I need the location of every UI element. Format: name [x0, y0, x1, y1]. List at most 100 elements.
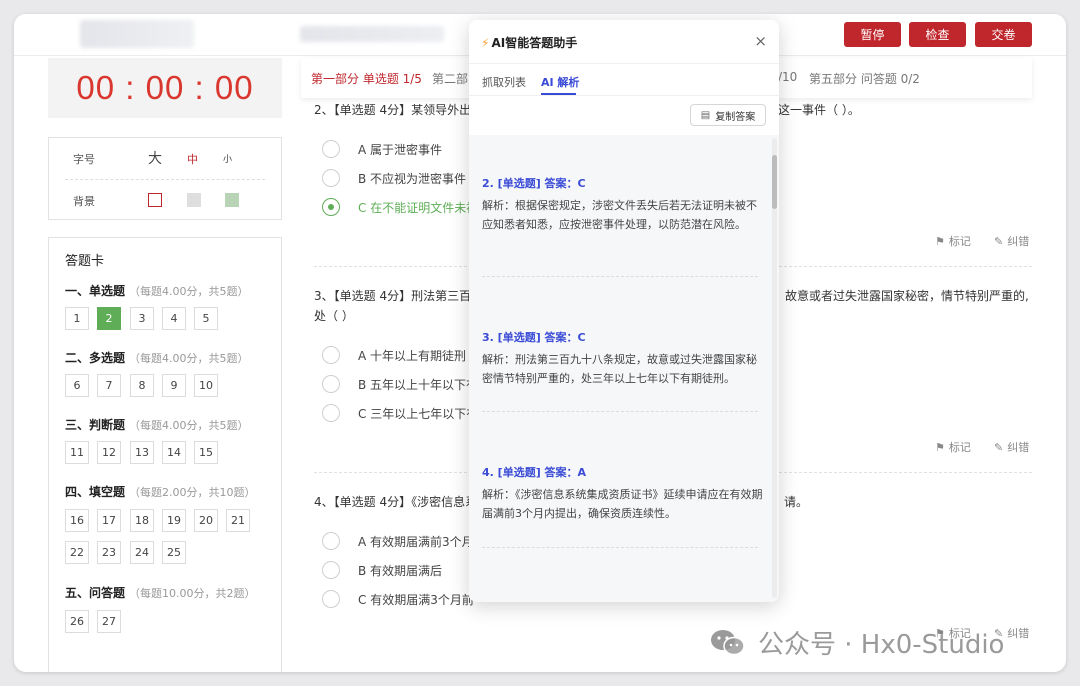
question-number[interactable]: 12: [97, 441, 121, 464]
mark-button[interactable]: ⚑ 标记: [935, 439, 971, 455]
radio-button[interactable]: [322, 590, 340, 608]
question-2-option-b[interactable]: B 不应视为泄密事件: [322, 169, 466, 187]
question-number[interactable]: 20: [194, 509, 218, 532]
answer-explanation: 解析：根据保密规定，涉密文件丢失后若无法证明未被不应知悉者知悉，应按泄密事件处理…: [482, 199, 757, 231]
question-4-option-b[interactable]: B 有效期届满后: [322, 561, 442, 579]
section-meta: （每题10.00分，共2题）: [129, 587, 256, 600]
report-error-button[interactable]: ✎ 纠错: [994, 439, 1029, 455]
tab-part5[interactable]: 第五部分 问答题 0/2: [809, 70, 920, 87]
question-number[interactable]: 1: [65, 307, 89, 330]
question-number[interactable]: 16: [65, 509, 89, 532]
question-number[interactable]: 15: [194, 441, 218, 464]
pause-button[interactable]: 暂停: [844, 22, 901, 47]
question-number[interactable]: 21: [226, 509, 250, 532]
mark-button[interactable]: ⚑ 标记: [935, 233, 971, 249]
question-3-option-b[interactable]: B 五年以上十年以下有: [322, 375, 478, 393]
question-number[interactable]: 4: [162, 307, 186, 330]
tab-part2[interactable]: 第二部: [432, 70, 468, 87]
question-number[interactable]: 24: [130, 541, 154, 564]
report-label: 纠错: [1007, 627, 1030, 640]
bg-gray-swatch[interactable]: [187, 193, 201, 207]
question-number[interactable]: 8: [130, 374, 154, 397]
question-number[interactable]: 23: [97, 541, 121, 564]
section-single-choice: 一、单选题 （每题4.00分，共5题）: [65, 282, 249, 299]
question-number[interactable]: 6: [65, 374, 89, 397]
answer-heading: 4. [单选题] 答案：A: [482, 466, 587, 479]
question-3-text-line2: 处（ ）: [314, 309, 354, 323]
radio-button[interactable]: [322, 169, 340, 187]
active-tab-underline: [541, 93, 576, 95]
question-number[interactable]: 18: [130, 509, 154, 532]
flag-icon: ⚑: [935, 440, 945, 454]
answer-heading: 3. [单选题] 答案：C: [482, 331, 586, 344]
question-number[interactable]: 5: [194, 307, 218, 330]
countdown-timer: 00 : 00 : 00: [48, 58, 282, 118]
bg-white-swatch[interactable]: [148, 193, 162, 207]
check-button[interactable]: 检查: [909, 22, 966, 47]
close-icon[interactable]: ×: [754, 32, 767, 50]
tab-ai-analysis[interactable]: AI 解析: [541, 74, 579, 90]
question-3-option-c[interactable]: C 三年以上七年以下有: [322, 404, 478, 422]
answer-heading: 2. [单选题] 答案：C: [482, 177, 586, 190]
question-3-option-a[interactable]: A 十年以上有期徒刑: [322, 346, 466, 364]
question-4-option-c[interactable]: C 有效期届满3个月前: [322, 590, 474, 608]
background-label: 背景: [73, 195, 95, 208]
answer-item: 2. [单选题] 答案：C 解析：根据保密规定，涉密文件丢失后若无法证明未被不应…: [482, 175, 764, 234]
font-size-label: 字号: [73, 153, 95, 166]
ai-assistant-panel: ⚡ AI智能答题助手 × 抓取列表 AI 解析 ▤ 复制答案 2. [单选题] 答案…: [469, 20, 779, 602]
flag-icon: ⚑: [935, 234, 945, 248]
question-number[interactable]: 7: [97, 374, 121, 397]
radio-button[interactable]: [322, 140, 340, 158]
bg-green-swatch[interactable]: [225, 193, 239, 207]
tab-fetch-list[interactable]: 抓取列表: [482, 74, 526, 90]
question-number[interactable]: 26: [65, 610, 89, 633]
font-small-option[interactable]: 小: [223, 152, 232, 165]
radio-button[interactable]: [322, 404, 340, 422]
question-number[interactable]: 22: [65, 541, 89, 564]
font-medium-option[interactable]: 中: [187, 151, 198, 167]
option-label: B 不应视为泄密事件: [358, 171, 467, 186]
font-large-option[interactable]: 大: [148, 148, 162, 168]
question-2-option-c[interactable]: C 在不能证明文件未被: [322, 198, 478, 216]
option-label: C 在不能证明文件未被: [358, 200, 479, 215]
question-number[interactable]: 14: [162, 441, 186, 464]
ai-panel-title: ⚡ AI智能答题助手: [481, 34, 577, 51]
section-name: 四、填空题: [65, 485, 126, 499]
question-2-text: 2、【单选题 4分】某领导外出时: [314, 103, 484, 117]
question-4-option-a[interactable]: A 有效期届满前3个月: [322, 532, 474, 550]
radio-button-checked[interactable]: [322, 198, 340, 216]
question-4-text-tail: 请。: [784, 495, 809, 509]
radio-button[interactable]: [322, 532, 340, 550]
option-label: C 有效期届满3个月前: [358, 592, 474, 607]
question-number-answered[interactable]: 2: [97, 307, 121, 330]
question-number[interactable]: 19: [162, 509, 186, 532]
answer-item: 3. [单选题] 答案：C 解析：刑法第三百九十八条规定，故意或过失泄露国家秘密…: [482, 329, 764, 388]
copy-answers-button[interactable]: ▤ 复制答案: [690, 104, 766, 126]
answer-explanation: 解析：刑法第三百九十八条规定，故意或过失泄露国家秘密情节特别严重的，处三年以上七…: [482, 353, 757, 385]
radio-button[interactable]: [322, 561, 340, 579]
radio-button[interactable]: [322, 346, 340, 364]
watermark-text: 公众号 · Hx0-Studio: [758, 630, 1005, 660]
question-number[interactable]: 10: [194, 374, 218, 397]
section-meta: （每题4.00分，共5题）: [129, 285, 249, 298]
answer-explanation: 解析：《涉密信息系统集成资质证书》延续申请应在有效期届满前3个月内提出，确保资质…: [482, 488, 763, 520]
question-number[interactable]: 11: [65, 441, 89, 464]
blurred-exam-title: [300, 26, 444, 42]
tab-part4[interactable]: /10: [778, 70, 797, 84]
question-number[interactable]: 9: [162, 374, 186, 397]
question-number[interactable]: 13: [130, 441, 154, 464]
submit-button[interactable]: 交卷: [975, 22, 1032, 47]
question-number[interactable]: 17: [97, 509, 121, 532]
question-number[interactable]: 3: [130, 307, 154, 330]
question-number[interactable]: 27: [97, 610, 121, 633]
question-2-option-a[interactable]: A 属于泄密事件: [322, 140, 442, 158]
report-error-button[interactable]: ✎ 纠错: [994, 233, 1029, 249]
section-meta: （每题4.00分，共5题）: [129, 352, 249, 365]
radio-button[interactable]: [322, 375, 340, 393]
question-number[interactable]: 25: [162, 541, 186, 564]
font-size-row: 字号 大 中 小: [49, 138, 281, 178]
question-3-text-tail: 故意或者过失泄露国家秘密，情节特别严重的,: [785, 289, 1029, 303]
tab-part1[interactable]: 第一部分 单选题 1/5: [311, 70, 422, 87]
scrollbar-thumb[interactable]: [772, 155, 777, 209]
section-essay: 五、问答题 （每题10.00分，共2题）: [65, 584, 256, 601]
